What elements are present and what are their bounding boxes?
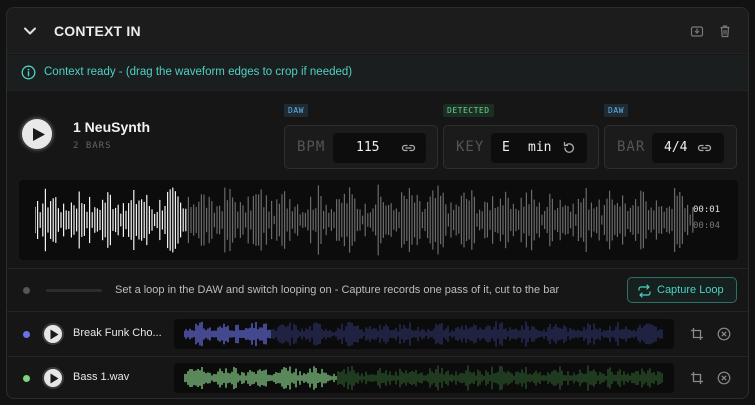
crop-icon[interactable] [690, 327, 704, 341]
key-source-tag: DETECTED [443, 104, 494, 117]
track-waveform-graphic[interactable] [184, 363, 664, 393]
capture-loop-button[interactable]: Capture Loop [627, 277, 737, 303]
track-waveform[interactable] [174, 363, 674, 393]
trash-icon[interactable] [718, 24, 732, 38]
chevron-down-icon[interactable] [23, 24, 37, 38]
time-total: 00:04 [693, 221, 721, 231]
link-icon[interactable] [697, 141, 712, 155]
status-banner: Context ready - (drag the waveform edges… [7, 55, 748, 91]
panel-header[interactable]: CONTEXT IN [7, 8, 748, 54]
context-waveform[interactable] [19, 180, 738, 260]
key-field: KEY E min [443, 125, 599, 169]
bpm-source-tag: DAW [284, 104, 308, 117]
key-root: E [502, 140, 510, 155]
bar-label: BAR [617, 139, 646, 155]
play-icon [33, 128, 45, 141]
track-play-button[interactable] [42, 367, 64, 389]
key-label: KEY [456, 139, 485, 155]
key-mode: min [528, 140, 552, 155]
close-circle-icon[interactable] [717, 327, 731, 341]
time-current: 00:01 [693, 205, 721, 215]
divider [7, 268, 748, 269]
capture-instructions: Set a loop in the DAW and switch looping… [115, 284, 560, 296]
bpm-label: BPM [297, 139, 326, 155]
bar-source-tag: DAW [604, 104, 628, 117]
panel-title: CONTEXT IN [54, 23, 141, 39]
capture-progress-bar [46, 289, 102, 292]
bpm-field: BPM 115 [284, 125, 438, 169]
capture-status-dot [23, 287, 30, 294]
bpm-value: 115 [356, 140, 380, 155]
track-color-dot [23, 331, 30, 338]
bar-value: 4/4 [664, 140, 688, 155]
track-row: Break Funk Cho... [7, 312, 748, 356]
download-icon[interactable] [690, 24, 704, 38]
crop-icon[interactable] [690, 371, 704, 385]
close-circle-icon[interactable] [717, 371, 731, 385]
play-icon [50, 329, 59, 340]
repeat-icon [638, 284, 651, 298]
capture-loop-label: Capture Loop [657, 284, 724, 296]
play-icon [50, 373, 59, 384]
bpm-value-box[interactable]: 115 [333, 133, 426, 163]
track-name: Bass 1.wav [73, 371, 130, 383]
context-waveform-graphic[interactable] [35, 180, 695, 260]
context-in-panel: CONTEXT IN Context ready - (drag the wav… [6, 7, 749, 399]
key-value-box[interactable]: E min [491, 133, 587, 163]
bar-field: BAR 4/4 [604, 125, 737, 169]
refresh-icon[interactable] [562, 141, 576, 155]
track-color-dot [23, 375, 30, 382]
context-track-name: 1 NeuSynth [73, 119, 151, 135]
track-play-button[interactable] [42, 323, 64, 345]
context-bars-label: 2 BARS [73, 141, 112, 151]
track-waveform[interactable] [174, 319, 674, 349]
link-icon[interactable] [401, 141, 416, 155]
track-name: Break Funk Cho... [73, 327, 162, 339]
banner-text: Context ready - (drag the waveform edges… [44, 66, 353, 78]
bar-value-box[interactable]: 4/4 [652, 133, 724, 163]
track-row: Bass 1.wav [7, 356, 748, 398]
info-icon [21, 65, 36, 80]
context-play-button[interactable] [20, 117, 54, 151]
track-waveform-graphic[interactable] [184, 319, 664, 349]
